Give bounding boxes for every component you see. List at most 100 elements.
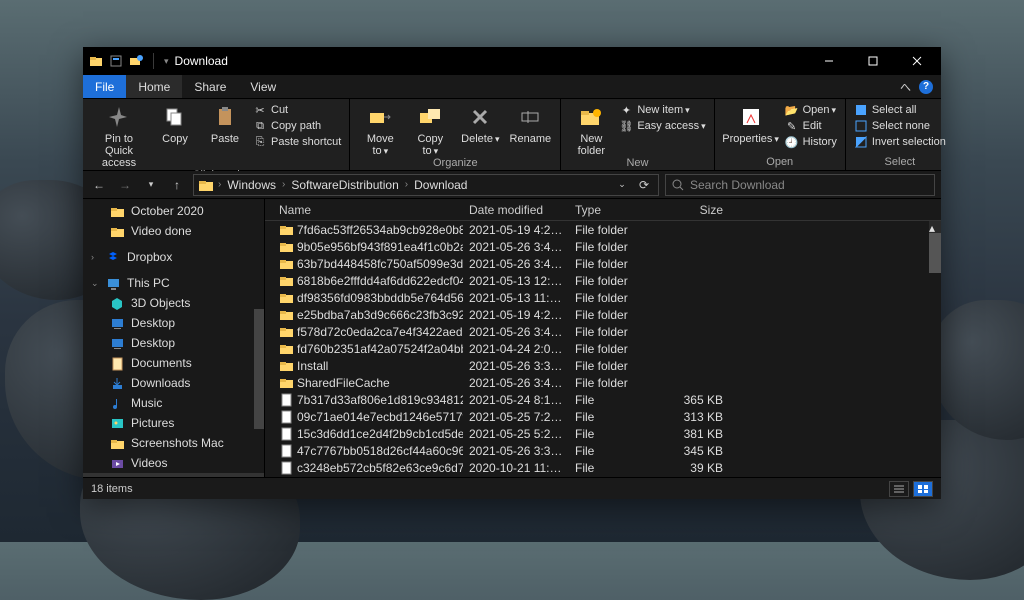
navigation-pane[interactable]: October 2020Video done ›Dropbox ⌄ This PC 3D… — [83, 199, 265, 477]
properties-button[interactable]: Properties — [723, 103, 779, 145]
back-button[interactable]: ← — [89, 175, 109, 195]
history-button[interactable]: 🕘History — [785, 135, 837, 149]
sidebar-item[interactable]: Music — [83, 393, 264, 413]
select-none-button[interactable]: Select none — [854, 119, 946, 133]
new-folder-button[interactable]: New folder — [569, 103, 613, 157]
maximize-button[interactable] — [851, 47, 895, 75]
file-name: e25bdba7ab3d9c666c23fb3c9258567b — [297, 308, 463, 322]
cut-button[interactable]: ✂Cut — [253, 103, 341, 117]
sidebar-item[interactable]: Downloads — [83, 373, 264, 393]
sidebar-item[interactable]: Desktop — [83, 333, 264, 353]
crumb-1[interactable]: SoftwareDistribution — [289, 178, 400, 192]
sidebar-item[interactable]: Videos — [83, 453, 264, 473]
forward-button[interactable]: → — [115, 175, 135, 195]
expand-icon[interactable]: ⌄ — [91, 278, 101, 289]
sidebar-item[interactable]: Documents — [83, 353, 264, 373]
breadcrumb[interactable]: › Windows › SoftwareDistribution › Downl… — [193, 174, 659, 196]
folder-icon — [279, 325, 293, 339]
sidebar-item-label: This PC — [127, 276, 170, 290]
new-folder-icon[interactable] — [129, 54, 143, 68]
file-name: 63b7bd448458fc750af5099e3ddc4db3 — [297, 257, 463, 271]
sidebar-item[interactable]: Pictures — [83, 413, 264, 433]
sidebar-item[interactable]: Local Disk (C:) — [83, 473, 264, 477]
desktop-icon — [109, 335, 125, 351]
file-row[interactable]: cd2727b5d17712bb5e29484a23273fc0145...20… — [265, 476, 941, 477]
col-size[interactable]: Size — [649, 203, 729, 217]
sidebar-item[interactable]: ›Dropbox — [83, 247, 264, 267]
folder-icon — [279, 308, 293, 322]
help-icon[interactable]: ? — [919, 80, 933, 94]
file-type: File — [569, 444, 649, 458]
address-dropdown-icon[interactable]: ⌄ — [612, 175, 632, 195]
file-row[interactable]: 63b7bd448458fc750af5099e3ddc4db32021-05-… — [265, 255, 941, 272]
file-row[interactable]: f578d72c0eda2ca7e4f3422aeddb33592021-05-… — [265, 323, 941, 340]
history-icon: 🕘 — [785, 135, 799, 149]
refresh-button[interactable]: ⟳ — [634, 175, 654, 195]
crumb-2[interactable]: Download — [412, 178, 469, 192]
details-view-button[interactable] — [889, 481, 909, 497]
file-name: f578d72c0eda2ca7e4f3422aeddb3359 — [297, 325, 463, 339]
up-button[interactable]: ↑ — [167, 175, 187, 195]
properties-icon[interactable] — [109, 54, 123, 68]
file-row[interactable]: Install2021-05-26 3:37 AMFile folder — [265, 357, 941, 374]
search-input[interactable]: Search Download — [665, 174, 935, 196]
tab-file[interactable]: File — [83, 75, 126, 98]
crumb-0[interactable]: Windows — [225, 178, 278, 192]
file-row[interactable]: 9b05e956bf943f891ea4f1c0b2a484c52021-05-… — [265, 238, 941, 255]
sidebar-item[interactable]: October 2020 — [83, 201, 264, 221]
col-name[interactable]: Name — [273, 203, 463, 217]
file-row[interactable]: c3248eb572cb5f82e63ce9c6d73cfbf39b78...2… — [265, 459, 941, 476]
invert-selection-button[interactable]: Invert selection — [854, 135, 946, 149]
tab-home[interactable]: Home — [126, 75, 182, 98]
col-type[interactable]: Type — [569, 203, 649, 217]
file-row[interactable]: 6818b6e2fffdd4af6dd622edcf04e419d2021-05… — [265, 272, 941, 289]
open-button[interactable]: 📂Open — [785, 103, 837, 117]
qat-dropdown-icon[interactable]: ▾ — [164, 56, 169, 67]
copy-button[interactable]: Copy — [153, 103, 197, 145]
move-to-button[interactable]: Move to — [358, 103, 402, 157]
file-row[interactable]: e25bdba7ab3d9c666c23fb3c9258567b2021-05-… — [265, 306, 941, 323]
new-item-button[interactable]: ✦New item — [619, 103, 705, 117]
column-headers[interactable]: Name Date modified Type Size — [265, 199, 941, 221]
copy-path-button[interactable]: ⧉Copy path — [253, 119, 341, 133]
copy-to-button[interactable]: Copy to — [408, 103, 452, 157]
file-size: 313 KB — [649, 410, 729, 424]
close-button[interactable] — [895, 47, 939, 75]
file-row[interactable]: 15c3d6dd1ce2d4f2b9cb1cd5de694ab20b0...20… — [265, 425, 941, 442]
minimize-button[interactable] — [807, 47, 851, 75]
sidebar-item[interactable]: 3D Objects — [83, 293, 264, 313]
col-date[interactable]: Date modified — [463, 203, 569, 217]
select-all-button[interactable]: Select all — [854, 103, 946, 117]
pin-to-quick-access-button[interactable]: Pin to Quick access — [91, 103, 147, 169]
content-scrollbar[interactable] — [929, 233, 941, 273]
file-row[interactable]: 7fd6ac53ff26534ab9cb928e0b8b79982021-05-… — [265, 221, 941, 238]
paste-shortcut-button[interactable]: ⎘Paste shortcut — [253, 135, 341, 149]
file-row[interactable]: 47c7767bb0518d26cf44a60c96074bd5dcc...20… — [265, 442, 941, 459]
easy-access-button[interactable]: ⛓Easy access — [619, 119, 705, 133]
recent-locations-button[interactable]: ▾ — [141, 175, 161, 195]
paste-button[interactable]: Paste — [203, 103, 247, 145]
thumbnail-view-button[interactable] — [913, 481, 933, 497]
copy-icon — [161, 103, 189, 131]
sidebar-item-label: Pictures — [131, 416, 174, 430]
delete-button[interactable]: Delete — [458, 103, 502, 145]
file-row[interactable]: SharedFileCache2021-05-26 3:42 AMFile fo… — [265, 374, 941, 391]
rename-button[interactable]: Rename — [508, 103, 552, 145]
sidebar-item[interactable]: Video done — [83, 221, 264, 241]
file-row[interactable]: 09c71ae014e7ecbd1246e5717f9212a9de97...2… — [265, 408, 941, 425]
file-size: 345 KB — [649, 444, 729, 458]
file-row[interactable]: fd760b2351af42a07524f2a04bbebfe82021-04-… — [265, 340, 941, 357]
file-icon — [279, 427, 293, 441]
edit-button[interactable]: ✎Edit — [785, 119, 837, 133]
sidebar-item[interactable]: Screenshots Mac — [83, 433, 264, 453]
sidebar-scrollbar[interactable] — [254, 309, 264, 429]
sidebar-item[interactable]: Desktop — [83, 313, 264, 333]
sidebar-item[interactable]: ⌄ This PC — [83, 273, 264, 293]
content-scroll-up[interactable]: ▴ — [929, 221, 941, 233]
file-row[interactable]: 7b317d33af806e1d819c9348126358e9ec8e...2… — [265, 391, 941, 408]
tab-view[interactable]: View — [238, 75, 288, 98]
expand-icon[interactable]: › — [91, 252, 101, 262]
collapse-ribbon-icon[interactable]: へ — [900, 79, 911, 95]
file-row[interactable]: df98356fd0983bbddb5e764d5676c5db2021-05-… — [265, 289, 941, 306]
tab-share[interactable]: Share — [182, 75, 238, 98]
